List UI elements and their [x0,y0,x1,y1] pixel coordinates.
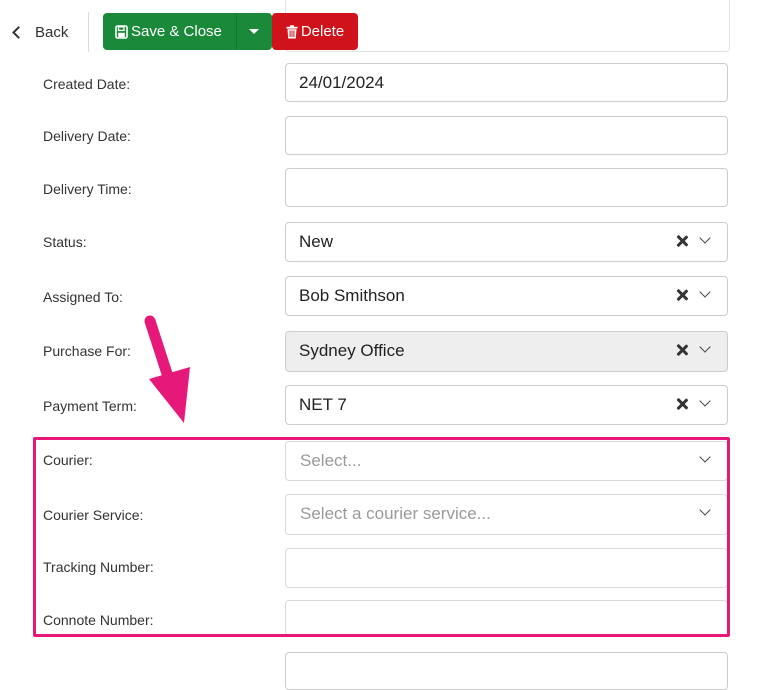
clear-icon[interactable] [674,342,690,358]
connote-number-label: Connote Number: [43,612,154,628]
save-close-label: Save & Close [131,23,222,40]
delivery-date-label: Delivery Date: [43,128,131,144]
delivery-time-label: Delivery Time: [43,181,132,197]
delete-label: Delete [300,23,345,40]
courier-placeholder: Select... [300,451,362,470]
chevron-left-icon [12,25,25,39]
back-label: Back [35,23,69,41]
chevron-down-icon[interactable] [699,395,711,407]
tracking-number-input[interactable] [285,548,728,588]
clear-icon[interactable] [674,233,690,249]
chevron-down-icon[interactable] [699,286,711,298]
save-close-button[interactable]: Save & Close [103,13,236,50]
courier-service-label: Courier Service: [43,507,144,523]
clear-icon[interactable] [674,396,690,412]
courier-label: Courier: [43,452,93,468]
courier-service-placeholder: Select a courier service... [300,504,491,523]
payment-term-label: Payment Term: [43,398,137,414]
save-options-dropdown[interactable] [235,13,272,50]
connote-number-input[interactable] [285,600,728,636]
chevron-down-icon[interactable] [699,341,711,353]
save-icon [115,24,128,39]
purchase-for-label: Purchase For: [43,343,131,359]
purchase-for-value: Sydney Office [299,341,405,360]
partial-select-field[interactable] [285,652,728,690]
assigned-to-value: Bob Smithson [299,286,405,305]
delete-button[interactable]: Delete [272,13,358,50]
delivery-time-input[interactable] [285,168,728,207]
chevron-down-icon[interactable] [699,232,711,244]
caret-down-icon [249,29,260,34]
courier-select[interactable]: Select... [285,441,728,481]
delivery-date-input[interactable] [285,116,728,155]
trash-icon [286,24,298,38]
payment-term-select[interactable]: NET 7 [285,385,728,425]
chevron-down-icon[interactable] [699,451,711,463]
status-label: Status: [43,234,87,250]
assigned-to-select[interactable]: Bob Smithson [285,276,728,316]
payment-term-value: NET 7 [299,395,347,414]
toolbar-divider [88,12,89,52]
toolbar: Back Save & Close Delete [0,0,759,54]
created-date-value: 24/01/2024 [299,73,385,92]
assigned-to-label: Assigned To: [43,289,123,305]
status-select[interactable]: New [285,222,728,262]
chevron-down-icon[interactable] [699,504,711,516]
purchase-for-select[interactable]: Sydney Office [285,331,728,372]
status-value: New [299,232,334,251]
back-button[interactable]: Back [8,20,68,44]
tracking-number-label: Tracking Number: [43,559,154,575]
created-date-input[interactable]: 24/01/2024 [285,63,728,102]
created-date-label: Created Date: [43,76,131,92]
annotation-arrow [144,315,190,423]
save-button-group: Save & Close [103,13,272,50]
clear-icon[interactable] [674,287,690,303]
courier-service-select[interactable]: Select a courier service... [285,494,728,535]
